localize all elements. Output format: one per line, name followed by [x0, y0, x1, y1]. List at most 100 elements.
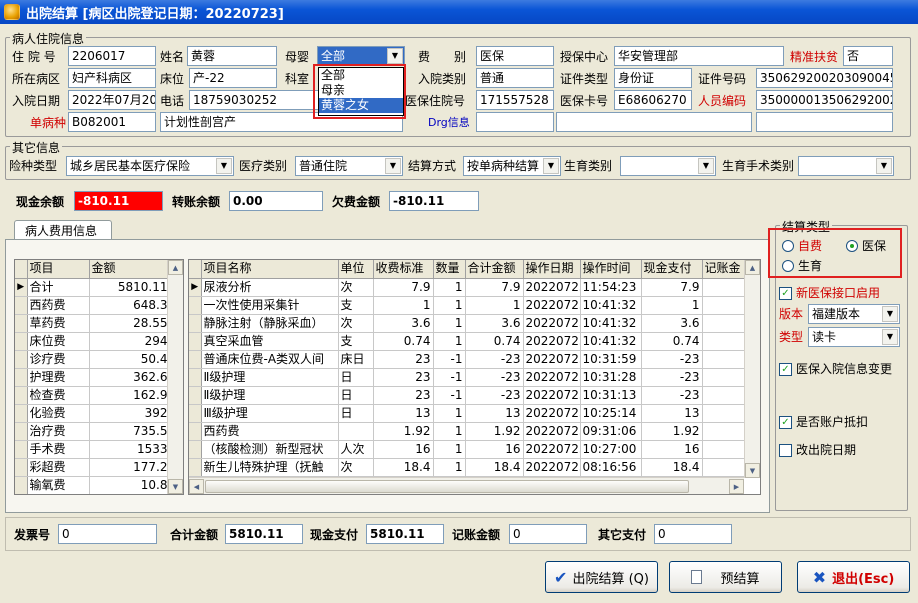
hscroll-thumb[interactable] — [205, 480, 689, 493]
account-field[interactable]: 0 — [509, 524, 587, 544]
invoice-field[interactable]: 0 — [58, 524, 157, 544]
name-field[interactable]: 黄蓉 — [187, 46, 277, 66]
admit-type-field[interactable]: 普通 — [476, 68, 554, 88]
detail-header-account[interactable]: 记账金 — [702, 260, 746, 279]
summary-vscroll[interactable]: ▲ ▼ — [167, 260, 183, 494]
mother-baby-select[interactable]: 全部 ▼ — [317, 46, 405, 66]
detail-row[interactable]: 真空采血管支0.7410.742022072310:41:320.74 — [189, 332, 746, 351]
chevron-down-icon[interactable]: ▼ — [698, 158, 714, 174]
summary-header-amount[interactable]: 金额 — [89, 260, 171, 279]
med-cat-select[interactable]: 普通住院 ▼ — [295, 156, 403, 176]
detail-header-total[interactable]: 合计金额 — [465, 260, 524, 279]
drg-field-1[interactable] — [476, 112, 554, 132]
scroll-up-icon[interactable]: ▲ — [168, 260, 183, 275]
tab-fee-info[interactable]: 病人费用信息 — [14, 220, 112, 240]
detail-vscroll[interactable]: ▲ ▼ — [744, 260, 760, 478]
cash-pay-field[interactable]: 5810.11 — [366, 524, 444, 544]
summary-grid[interactable]: 项目 金额 ▶ 合计 5810.11 西药费 648.3 草药费 28.55 床位费 294 诊疗… — [14, 259, 184, 495]
drg-field-3[interactable] — [756, 112, 893, 132]
fee-type-field[interactable]: 医保 — [476, 46, 554, 66]
type-select[interactable]: 读卡 ▼ — [808, 327, 900, 347]
summary-row[interactable]: 输氧费 10.8 — [15, 476, 171, 494]
check-icon[interactable]: ✓ — [779, 415, 792, 429]
detail-row[interactable]: Ⅱ级护理日23-1-232022072310:31:13-23 — [189, 386, 746, 405]
admit-date-field[interactable]: 2022年07月20 — [68, 90, 156, 110]
detail-row[interactable]: 静脉注射（静脉采血）次3.613.62022072310:41:323.6 — [189, 314, 746, 333]
detail-header-qty[interactable]: 数量 — [433, 260, 466, 279]
settle-method-select[interactable]: 按单病种结算 ▼ — [463, 156, 561, 176]
detail-header-op-time[interactable]: 操作时间 — [580, 260, 642, 279]
version-select[interactable]: 福建版本 ▼ — [808, 304, 900, 324]
check-icon[interactable]: ✓ — [779, 362, 792, 376]
cert-no-field[interactable]: 350629200203090045 — [756, 68, 893, 88]
cert-type-field[interactable]: 身份证 — [614, 68, 692, 88]
summary-row[interactable]: 西药费 648.3 — [15, 296, 171, 315]
summary-row[interactable]: 草药费 28.55 — [15, 314, 171, 333]
summary-row[interactable]: 手术费 1533 — [15, 440, 171, 459]
chevron-down-icon[interactable]: ▼ — [882, 329, 898, 345]
detail-header-price[interactable]: 收费标准 — [373, 260, 434, 279]
summary-row[interactable]: 化验费 392 — [15, 404, 171, 423]
scroll-left-icon[interactable]: ◀ — [189, 479, 204, 494]
detail-row[interactable]: Ⅱ级护理日23-1-232022072310:31:28-23 — [189, 368, 746, 387]
detail-header-cash-pay[interactable]: 现金支付 — [641, 260, 703, 279]
other-pay-field[interactable]: 0 — [654, 524, 732, 544]
birth-cat-select[interactable]: ▼ — [620, 156, 716, 176]
scroll-right-icon[interactable]: ▶ — [729, 479, 744, 494]
detail-header-unit[interactable]: 单位 — [338, 260, 374, 279]
detail-hscroll[interactable]: ◀ ▶ — [189, 477, 744, 494]
check-new-ins[interactable]: ✓ 新医保接口启用 — [779, 284, 880, 302]
detail-row[interactable]: 普通床位费-A类双人间床日23-1-232022072310:31:59-23 — [189, 350, 746, 369]
hosp-no-field[interactable]: 2206017 — [68, 46, 156, 66]
scroll-down-icon[interactable]: ▼ — [168, 479, 183, 494]
drg-field-2[interactable] — [556, 112, 752, 132]
detail-row[interactable]: 新生儿特殊护理（抚触次18.4118.42022072308:16:5618.4 — [189, 458, 746, 477]
check-ins-change[interactable]: ✓ 医保入院信息变更 — [779, 360, 892, 378]
ins-card-field[interactable]: E68606270 — [614, 90, 692, 110]
summary-row[interactable]: 床位费 294 — [15, 332, 171, 351]
total-field[interactable]: 5810.11 — [225, 524, 303, 544]
poverty-field[interactable]: 否 — [843, 46, 893, 66]
chevron-down-icon[interactable]: ▼ — [216, 158, 232, 174]
bed-field[interactable]: 产-22 — [189, 68, 277, 88]
disease-code-field[interactable]: B082001 — [68, 112, 156, 132]
auth-center-field[interactable]: 华安管理部 — [614, 46, 784, 66]
transfer-balance-field[interactable]: 0.00 — [229, 191, 323, 211]
drg-label[interactable]: Drg信息 — [428, 114, 470, 132]
summary-row[interactable]: 彩超费 177.2 — [15, 458, 171, 477]
unchecked-icon[interactable] — [779, 443, 792, 457]
check-change-date[interactable]: 改出院日期 — [779, 441, 856, 459]
chevron-down-icon[interactable]: ▼ — [543, 158, 559, 174]
summary-header-item[interactable]: 项目 — [27, 260, 90, 279]
summary-row[interactable]: 诊疗费 50.4 — [15, 350, 171, 369]
detail-row[interactable]: 西药费1.9211.922022072309:31:061.92 — [189, 422, 746, 441]
chevron-down-icon[interactable]: ▼ — [882, 306, 898, 322]
pre-settle-button[interactable]: 预结算 — [669, 561, 782, 593]
summary-row[interactable]: ▶ 合计 5810.11 — [15, 278, 171, 297]
check-deduct[interactable]: ✓ 是否账户抵扣 — [779, 413, 868, 431]
scroll-up-icon[interactable]: ▲ — [745, 260, 760, 275]
detail-row[interactable]: （核酸检测）新型冠状人次161162022072310:27:0016 — [189, 440, 746, 459]
birth-surg-select[interactable]: ▼ — [798, 156, 894, 176]
discharge-button[interactable]: ✔ 出院结算 (Q) — [545, 561, 658, 593]
chevron-down-icon[interactable]: ▼ — [876, 158, 892, 174]
detail-row[interactable]: ▶尿液分析次7.917.92022072311:54:237.9 — [189, 278, 746, 297]
check-icon[interactable]: ✓ — [779, 286, 792, 300]
detail-header-name[interactable]: 项目名称 — [201, 260, 339, 279]
summary-row[interactable]: 护理费 362.6 — [15, 368, 171, 387]
scroll-down-icon[interactable]: ▼ — [745, 463, 760, 478]
cash-balance-field[interactable]: -810.11 — [74, 191, 163, 211]
detail-row[interactable]: 一次性使用采集针支1112022072310:41:321 — [189, 296, 746, 315]
staff-code-field[interactable]: 3500000135062920020 — [756, 90, 893, 110]
owed-amount-field[interactable]: -810.11 — [389, 191, 479, 211]
chevron-down-icon[interactable]: ▼ — [387, 48, 403, 64]
ward-field[interactable]: 妇产科病区 — [68, 68, 156, 88]
ins-kind-select[interactable]: 城乡居民基本医疗保险 ▼ — [66, 156, 234, 176]
summary-row[interactable]: 检查费 162.9 — [15, 386, 171, 405]
chevron-down-icon[interactable]: ▼ — [385, 158, 401, 174]
ins-no-field[interactable]: 171557528 — [476, 90, 554, 110]
detail-header-op-date[interactable]: 操作日期 — [523, 260, 581, 279]
exit-button[interactable]: ✖ 退出(Esc) — [797, 561, 910, 593]
detail-row[interactable]: Ⅲ级护理日131132022072310:25:1413 — [189, 404, 746, 423]
summary-row[interactable]: 治疗费 735.5 — [15, 422, 171, 441]
